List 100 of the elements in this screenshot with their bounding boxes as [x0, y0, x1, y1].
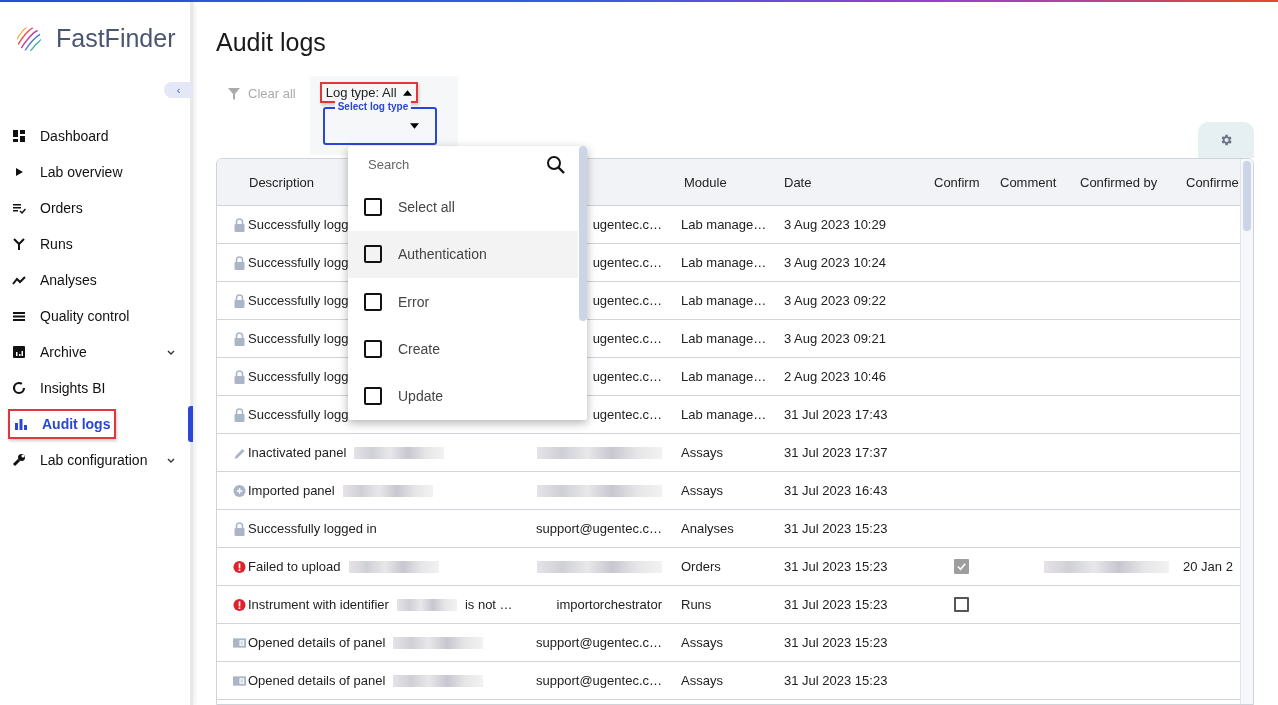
ring-icon	[12, 381, 26, 395]
module-text: Lab manage…	[681, 407, 767, 422]
lock-icon	[233, 521, 246, 536]
lock-icon	[233, 255, 246, 270]
error-icon	[233, 597, 246, 612]
dropdown-option[interactable]: Authentication	[348, 230, 578, 279]
column-header: Confirmed by	[1080, 174, 1158, 190]
search-icon[interactable]	[546, 154, 566, 175]
search-field[interactable]: Search	[366, 156, 546, 174]
description-text: Successfully logg	[248, 293, 349, 308]
dropdown-option[interactable]: Update	[348, 372, 578, 420]
confirm-checkbox[interactable]	[953, 559, 969, 574]
description-text: Successfully logg	[248, 369, 349, 384]
grid-icon	[12, 129, 26, 143]
date-text: 31 Jul 2023 15:23	[784, 673, 888, 688]
sidebar-item[interactable]: Lab configuration	[12, 452, 152, 468]
sidebar-item[interactable]: Audit logs	[8, 409, 117, 439]
bar-chart-icon	[14, 417, 28, 431]
description-text: Successfully logg	[248, 255, 349, 270]
panel-icon	[233, 673, 246, 688]
lock-icon	[233, 217, 246, 232]
module-text: Runs	[681, 597, 712, 612]
option-checkbox[interactable]	[364, 245, 382, 264]
date-text: 3 Aug 2023 09:21	[784, 331, 886, 346]
sidebar-item[interactable]: Runs	[12, 236, 176, 252]
line-chart-icon	[12, 273, 26, 287]
settings-button[interactable]	[1198, 122, 1254, 158]
column-header: Module	[684, 174, 727, 190]
user-text: support@ugentec.c…	[536, 673, 662, 688]
sidebar-item[interactable]: Insights BI	[12, 380, 176, 396]
user-text: importorchestrator	[556, 597, 662, 612]
logo-icon	[16, 25, 42, 52]
sidebar-item[interactable]: Archive	[12, 344, 152, 360]
description-text: Instrument with identifier	[248, 597, 389, 612]
description-text: Successfully logged in	[248, 521, 377, 536]
date-text: 3 Aug 2023 09:22	[784, 293, 886, 308]
module-text: Lab manage…	[681, 293, 767, 308]
user-text: ugentec.c…	[592, 331, 662, 346]
sidebar-item[interactable]: Lab overview	[12, 164, 176, 180]
date-text: 31 Jul 2023 15:23	[784, 521, 888, 536]
date-text: 3 Aug 2023 10:24	[784, 255, 886, 270]
module-text: Lab manage…	[681, 255, 767, 270]
bar-chart-icon	[12, 345, 26, 359]
checklist-icon	[12, 201, 26, 215]
lock-icon	[233, 331, 246, 346]
module-text: Analyses	[681, 521, 734, 536]
lock-icon	[233, 407, 246, 422]
sidebar-item[interactable]: Orders	[12, 200, 176, 216]
dropdown-option[interactable]: Create	[348, 325, 578, 373]
option-checkbox[interactable]	[364, 387, 382, 406]
scrollbar[interactable]	[1240, 159, 1253, 704]
description-text: Inactivated panel	[248, 445, 347, 460]
funnel-icon	[228, 87, 240, 100]
column-header: Comment	[1000, 174, 1057, 190]
description-text: Opened details of panel	[248, 635, 386, 650]
module-text: Lab manage…	[681, 369, 767, 384]
option-checkbox[interactable]	[364, 198, 382, 217]
confirm-checkbox[interactable]	[953, 597, 969, 612]
dropdown-option[interactable]: Select all	[348, 183, 578, 231]
sidebar-item[interactable]: Quality control	[12, 308, 176, 324]
option-checkbox[interactable]	[364, 340, 382, 359]
app-name: FastFinder	[56, 24, 176, 53]
active-indicator	[188, 406, 193, 442]
scrollbar[interactable]	[578, 146, 587, 420]
plus-circle-icon	[233, 483, 246, 498]
column-header: Description	[249, 174, 315, 190]
description-text: Successfully logg	[248, 217, 349, 232]
description-text: Successfully logg	[248, 331, 349, 346]
module-text: Lab manage…	[681, 331, 767, 346]
module-text: Orders	[681, 559, 721, 574]
user-text: ugentec.c…	[592, 293, 662, 308]
description-text: Opened details of panel	[248, 673, 386, 688]
lock-icon	[233, 293, 246, 308]
user-text: support@ugentec.c…	[536, 521, 662, 536]
dropdown-option[interactable]: Error	[348, 278, 578, 326]
wrench-icon	[12, 453, 26, 467]
description-text: is not …	[464, 597, 513, 612]
caret-icon	[402, 89, 412, 96]
user-text: ugentec.c…	[592, 217, 662, 232]
user-text: ugentec.c…	[592, 255, 662, 270]
user-text: ugentec.c…	[592, 369, 662, 384]
description-text: Imported panel	[248, 483, 335, 498]
description-text: Successfully logg	[248, 407, 349, 422]
sidebar-item[interactable]: Analyses	[12, 272, 176, 288]
collapse-button[interactable]: ‹	[164, 82, 193, 98]
caret-icon	[409, 123, 419, 129]
date-text: 31 Jul 2023 16:43	[784, 483, 888, 498]
checkmark-icon	[955, 561, 967, 572]
date-text: 31 Jul 2023 15:23	[784, 635, 888, 650]
page-title: Audit logs	[216, 28, 327, 58]
description-text: Failed to upload	[248, 559, 341, 574]
module-text: Assays	[681, 483, 723, 498]
option-checkbox[interactable]	[364, 292, 382, 311]
sidebar-item[interactable]: Dashboard	[12, 128, 176, 144]
error-icon	[233, 559, 246, 574]
user-text: ugentec.c…	[592, 407, 662, 422]
date-text: 31 Jul 2023 17:37	[784, 445, 888, 460]
settings-icon	[1219, 133, 1233, 147]
date-text: 31 Jul 2023 17:43	[784, 407, 888, 422]
column-header: Date	[784, 174, 812, 190]
